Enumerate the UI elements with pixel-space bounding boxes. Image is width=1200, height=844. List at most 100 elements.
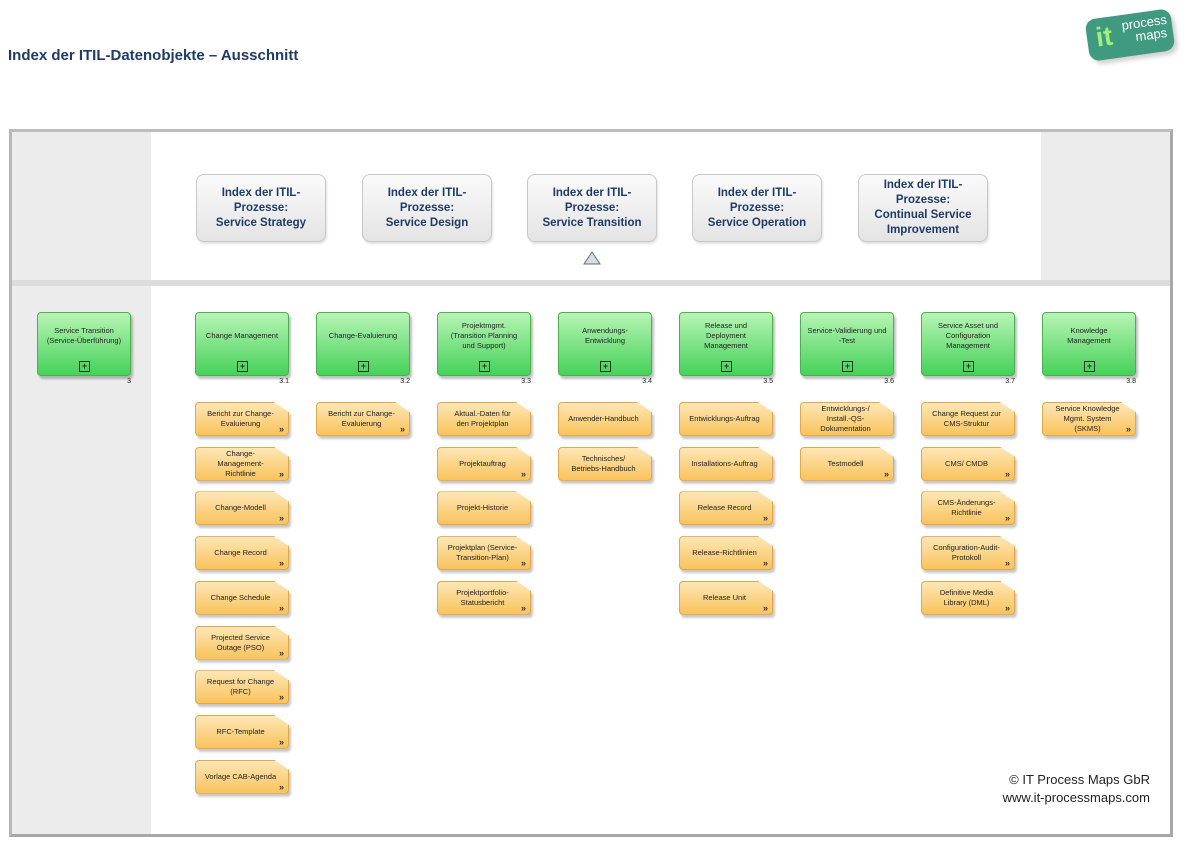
- index-box-2[interactable]: Index der ITIL- Prozesse: Service Design: [362, 174, 492, 242]
- triangle-up-icon: [583, 251, 601, 265]
- data-object[interactable]: Change- Management- Richtlinie »: [195, 446, 289, 481]
- more-chevron-icon[interactable]: »: [884, 469, 889, 479]
- expand-icon[interactable]: +: [721, 361, 732, 372]
- expand-icon[interactable]: +: [842, 361, 853, 372]
- more-chevron-icon[interactable]: »: [763, 603, 768, 613]
- expand-icon[interactable]: +: [600, 361, 611, 372]
- more-chevron-icon[interactable]: »: [279, 648, 284, 658]
- data-object-label: CMS/ CMDB: [945, 458, 988, 468]
- process-3-3[interactable]: Projektmgmt. (Transition Planning und Su…: [437, 312, 531, 376]
- process-number: 3.1: [279, 378, 289, 385]
- data-object[interactable]: Bericht zur Change- Evaluierung »: [316, 402, 410, 436]
- process-3-1[interactable]: Change Management +: [195, 312, 289, 376]
- data-object[interactable]: Change Record »: [195, 536, 289, 571]
- data-object-shape: Projected Service Outage (PSO) »: [195, 625, 289, 660]
- more-chevron-icon[interactable]: »: [279, 424, 284, 434]
- data-object-label: Entwicklungs-/ Install.-QS- Dokumentatio…: [820, 404, 871, 433]
- index-box-1[interactable]: Index der ITIL- Prozesse: Service Strate…: [196, 174, 326, 242]
- expand-icon[interactable]: +: [237, 361, 248, 372]
- more-chevron-icon[interactable]: »: [1005, 469, 1010, 479]
- data-object[interactable]: Projektauftrag »: [437, 446, 531, 481]
- more-chevron-icon[interactable]: »: [279, 737, 284, 747]
- process-3-8[interactable]: Knowledge Management +: [1042, 312, 1136, 376]
- process-label: Service Transition (Service-Überführung): [46, 326, 122, 345]
- more-chevron-icon[interactable]: »: [521, 603, 526, 613]
- more-chevron-icon[interactable]: »: [279, 558, 284, 568]
- index-box-4[interactable]: Index der ITIL- Prozesse: Service Operat…: [692, 174, 822, 242]
- process-label: Change-Evaluierung: [328, 331, 398, 340]
- more-chevron-icon[interactable]: »: [1005, 603, 1010, 613]
- data-object[interactable]: Bericht zur Change- Evaluierung »: [195, 402, 289, 436]
- process-label: Release und Deployment Management: [704, 321, 748, 350]
- process-3-6[interactable]: Service-Validierung und -Test +: [800, 312, 894, 376]
- data-object[interactable]: Release Record »: [679, 491, 773, 526]
- process-3-5[interactable]: Release und Deployment Management +: [679, 312, 773, 376]
- data-object-shape: Release Unit »: [679, 580, 773, 615]
- process-label: Service-Validierung und -Test: [807, 326, 887, 345]
- data-object[interactable]: Request for Change (RFC) »: [195, 670, 289, 705]
- more-chevron-icon[interactable]: »: [1126, 424, 1131, 434]
- index-box-3[interactable]: Index der ITIL- Prozesse: Service Transi…: [527, 174, 657, 242]
- process-service-transition[interactable]: Service Transition (Service-Überführung)…: [37, 312, 131, 376]
- data-object[interactable]: Entwicklungs-/ Install.-QS- Dokumentatio…: [800, 402, 894, 436]
- more-chevron-icon[interactable]: »: [521, 558, 526, 568]
- expand-icon[interactable]: +: [479, 361, 490, 372]
- expand-icon[interactable]: +: [1084, 361, 1095, 372]
- data-object-label: Entwicklungs-Auftrag: [689, 414, 760, 423]
- copyright-block: © IT Process Maps GbR www.it-processmaps…: [850, 771, 1150, 807]
- data-object-shape: CMS/ CMDB »: [921, 446, 1015, 481]
- data-object-shape: Release-Richtlinien »: [679, 536, 773, 571]
- data-object-shape: Change Schedule »: [195, 580, 289, 615]
- data-object[interactable]: CMS-Änderungs- Richtlinie »: [921, 491, 1015, 526]
- more-chevron-icon[interactable]: »: [1005, 513, 1010, 523]
- data-object[interactable]: Vorlage CAB-Agenda»: [195, 759, 289, 794]
- data-object[interactable]: Definitive Media Library (DML) »: [921, 580, 1015, 615]
- more-chevron-icon[interactable]: »: [400, 424, 405, 434]
- data-object[interactable]: Installations-Auftrag: [679, 446, 773, 481]
- more-chevron-icon[interactable]: »: [521, 469, 526, 479]
- data-object[interactable]: Service Knowledge Mgmt. System (SKMS) »: [1042, 402, 1136, 436]
- data-object-shape: Bericht zur Change- Evaluierung »: [316, 402, 410, 436]
- data-object[interactable]: Projektplan (Service- Transition-Plan)»: [437, 536, 531, 571]
- data-object[interactable]: Configuration-Audit- Protokoll »: [921, 536, 1015, 571]
- more-chevron-icon[interactable]: »: [763, 513, 768, 523]
- copyright-text: © IT Process Maps GbR: [1009, 772, 1150, 787]
- process-label: Projektmgmt. (Transition Planning und Su…: [450, 321, 518, 350]
- data-object-shape: Change- Management- Richtlinie »: [195, 446, 289, 481]
- more-chevron-icon[interactable]: »: [279, 782, 284, 792]
- data-object[interactable]: Release Unit »: [679, 580, 773, 615]
- expand-icon[interactable]: +: [963, 361, 974, 372]
- more-chevron-icon[interactable]: »: [1005, 558, 1010, 568]
- more-chevron-icon[interactable]: »: [763, 558, 768, 568]
- data-object[interactable]: Change-Modell »: [195, 491, 289, 526]
- process-3-4[interactable]: Anwendungs- Entwicklung +: [558, 312, 652, 376]
- process-3-7[interactable]: Service Asset und Configuration Manageme…: [921, 312, 1015, 376]
- data-object-label: Installations-Auftrag: [691, 458, 758, 468]
- data-object[interactable]: Aktual.-Daten für den Projektplan: [437, 402, 531, 436]
- more-chevron-icon[interactable]: »: [279, 469, 284, 479]
- expand-icon[interactable]: +: [358, 361, 369, 372]
- process-3-2[interactable]: Change-Evaluierung +: [316, 312, 410, 376]
- more-chevron-icon[interactable]: »: [279, 692, 284, 702]
- data-object[interactable]: Change Request zur CMS-Struktur: [921, 402, 1015, 436]
- data-object-shape: Projektportfolio- Statusbericht »: [437, 580, 531, 615]
- data-object[interactable]: Projekt-Historie: [437, 491, 531, 526]
- data-object[interactable]: Entwicklungs-Auftrag: [679, 402, 773, 436]
- row-divider: [12, 280, 1170, 286]
- data-object[interactable]: Release-Richtlinien »: [679, 536, 773, 571]
- data-object[interactable]: Testmodell »: [800, 446, 894, 481]
- more-chevron-icon[interactable]: »: [279, 603, 284, 613]
- index-box-5[interactable]: Index der ITIL- Prozesse: Continual Serv…: [858, 174, 988, 242]
- data-object-shape: Configuration-Audit- Protokoll »: [921, 536, 1015, 571]
- more-chevron-icon[interactable]: »: [279, 513, 284, 523]
- data-object-label: Change- Management- Richtlinie: [217, 448, 264, 478]
- data-object[interactable]: Change Schedule »: [195, 580, 289, 615]
- data-object[interactable]: CMS/ CMDB »: [921, 446, 1015, 481]
- process-number: 3.6: [884, 378, 894, 385]
- data-object[interactable]: Projected Service Outage (PSO) »: [195, 625, 289, 660]
- data-object[interactable]: Projektportfolio- Statusbericht »: [437, 580, 531, 615]
- expand-icon[interactable]: +: [79, 361, 90, 372]
- data-object[interactable]: Anwender-Handbuch: [558, 402, 652, 436]
- data-object[interactable]: RFC-Template »: [195, 714, 289, 749]
- data-object[interactable]: Technisches/ Betriebs-Handbuch: [558, 446, 652, 481]
